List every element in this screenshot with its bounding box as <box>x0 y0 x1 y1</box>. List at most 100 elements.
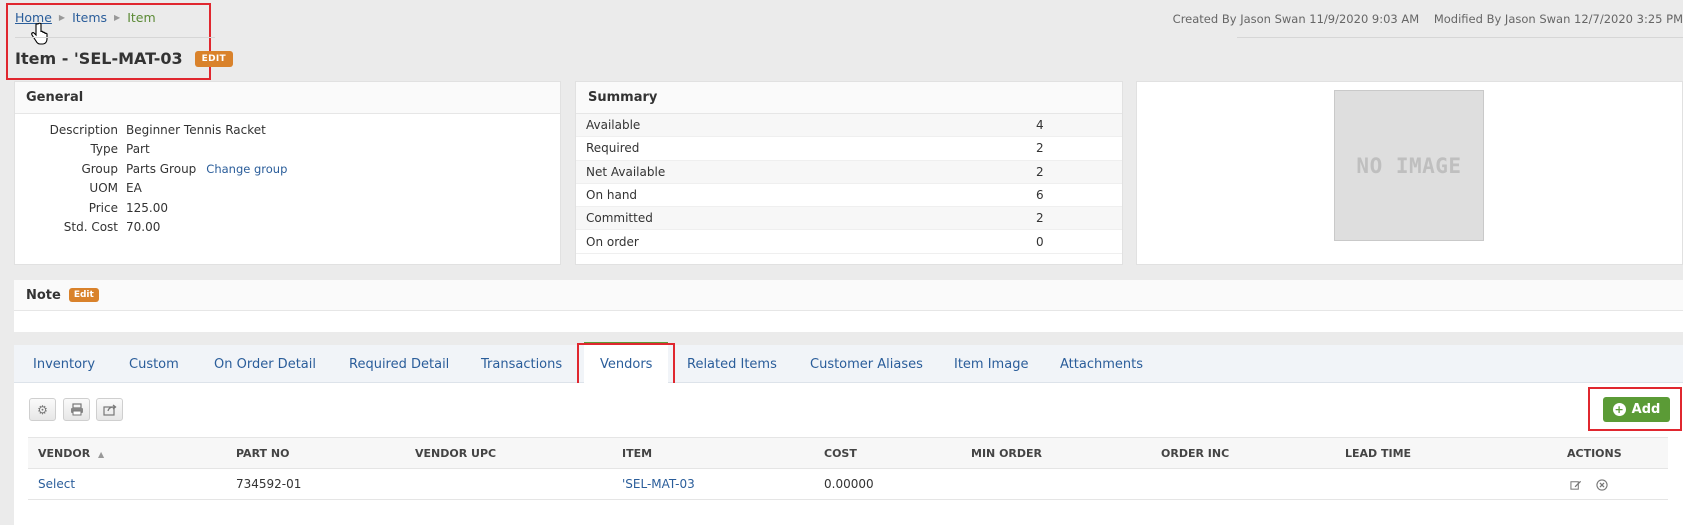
summary-label: Available <box>586 118 641 133</box>
column-header-vendor[interactable]: VENDOR ▲ <box>38 447 104 460</box>
field-label: Price <box>88 200 118 215</box>
summary-panel: Summary Available 4 Required 2 Net Availab… <box>575 81 1123 265</box>
general-row-price: Price 125.00 <box>15 198 560 218</box>
edit-icon[interactable] <box>1570 479 1582 491</box>
summary-panel-title: Summary <box>576 82 1122 114</box>
meta-divider <box>1237 37 1683 38</box>
general-panel: General Description Beginner Tennis Rack… <box>14 81 561 265</box>
tab-attachments[interactable]: Attachments <box>1060 345 1143 383</box>
summary-row-on-hand: On hand 6 <box>576 184 1122 208</box>
note-panel: Note Edit <box>14 280 1683 332</box>
change-group-link[interactable]: Change group <box>206 162 287 176</box>
field-value: Beginner Tennis Racket <box>126 122 266 137</box>
field-label: Std. Cost <box>63 220 118 235</box>
add-button-label: Add <box>1631 402 1661 417</box>
tab-item-image[interactable]: Item Image <box>954 345 1028 383</box>
breadcrumb-current: Item <box>127 10 156 25</box>
column-header-item[interactable]: ITEM <box>622 447 652 460</box>
export-button[interactable] <box>96 398 123 421</box>
row-divider <box>28 499 1668 500</box>
note-edit-button[interactable]: Edit <box>68 288 99 302</box>
printer-icon <box>70 403 83 416</box>
vendor-select-link[interactable]: Select <box>38 477 75 491</box>
summary-label: On order <box>586 234 639 249</box>
summary-label: On hand <box>586 188 638 203</box>
gear-icon: ⚙ <box>37 402 48 417</box>
vendors-tab-highlight <box>577 343 675 388</box>
vendors-table-header: VENDOR ▲ PART NO VENDOR UPC ITEM COST MI… <box>28 437 1668 469</box>
sort-ascending-icon: ▲ <box>98 450 105 459</box>
column-header-label: VENDOR <box>38 447 91 460</box>
field-label: UOM <box>89 181 118 196</box>
add-vendor-button[interactable]: + Add <box>1603 397 1670 422</box>
breadcrumb-divider <box>15 37 215 38</box>
plus-circle-icon: + <box>1612 403 1626 416</box>
edit-button[interactable]: EDIT <box>194 50 233 67</box>
hand-cursor-icon <box>31 22 48 45</box>
summary-row-available: Available 4 <box>576 114 1122 138</box>
general-row-description: Description Beginner Tennis Racket <box>15 120 560 140</box>
column-header-lead-time[interactable]: LEAD TIME <box>1345 447 1411 460</box>
chevron-right-icon: ▶ <box>58 13 66 22</box>
field-label: Group <box>81 161 118 176</box>
field-label: Description <box>49 122 118 137</box>
column-header-order-inc[interactable]: ORDER INC <box>1161 447 1229 460</box>
summary-value: 6 <box>1036 188 1044 203</box>
tab-on-order-detail[interactable]: On Order Detail <box>214 345 316 383</box>
summary-row-committed: Committed 2 <box>576 207 1122 231</box>
general-row-std-cost: Std. Cost 70.00 <box>15 218 560 238</box>
tab-transactions[interactable]: Transactions <box>481 345 562 383</box>
summary-row-on-order: On order 0 <box>576 230 1122 254</box>
general-row-type: Type Part <box>15 140 560 160</box>
delete-icon[interactable] <box>1596 479 1608 491</box>
share-icon <box>102 404 117 416</box>
modified-by-text: Modified By Jason Swan 12/7/2020 3:25 PM <box>1433 12 1683 26</box>
note-title: Note <box>26 287 61 303</box>
field-value: EA <box>126 181 142 196</box>
settings-button[interactable]: ⚙ <box>29 398 56 421</box>
tab-customer-aliases[interactable]: Customer Aliases <box>810 345 923 383</box>
summary-value: 4 <box>1036 118 1044 133</box>
summary-value: 2 <box>1036 164 1044 179</box>
item-link[interactable]: 'SEL-MAT-03 <box>622 477 695 491</box>
tab-required-detail[interactable]: Required Detail <box>349 345 449 383</box>
field-value: 125.00 <box>126 200 168 215</box>
breadcrumb-items-link[interactable]: Items <box>72 10 107 25</box>
column-header-min-order[interactable]: MIN ORDER <box>971 447 1042 460</box>
image-panel: NO IMAGE <box>1136 81 1683 265</box>
summary-label: Net Available <box>586 164 666 179</box>
tab-custom[interactable]: Custom <box>129 345 179 383</box>
field-label: Type <box>90 142 118 157</box>
column-header-part-no[interactable]: PART NO <box>236 447 289 460</box>
general-fields: Description Beginner Tennis Racket Type … <box>15 114 560 237</box>
summary-row-net-available: Net Available 2 <box>576 160 1122 184</box>
column-header-actions: ACTIONS <box>1567 447 1622 460</box>
cost-cell: 0.00000 <box>824 477 874 491</box>
general-row-group: Group Parts Group Change group <box>15 159 560 179</box>
item-tabs: Inventory Custom On Order Detail Require… <box>14 342 1683 384</box>
tab-related-items[interactable]: Related Items <box>687 345 777 383</box>
chevron-right-icon: ▶ <box>114 13 121 22</box>
summary-rows: Available 4 Required 2 Net Available 2 On h… <box>576 114 1122 254</box>
summary-label: Committed <box>586 211 653 226</box>
page-title-text: Item - 'SEL-MAT-03 <box>15 49 183 68</box>
summary-row-required: Required 2 <box>576 137 1122 161</box>
summary-value: 0 <box>1036 234 1044 249</box>
summary-value: 2 <box>1036 211 1044 226</box>
tab-inventory[interactable]: Inventory <box>33 345 95 383</box>
general-row-uom: UOM EA <box>15 179 560 199</box>
summary-label: Required <box>586 141 640 156</box>
field-value: 70.00 <box>126 220 161 235</box>
record-meta: Created By Jason Swan 11/9/2020 9:03 AM … <box>1173 12 1683 26</box>
part-no-cell: 734592-01 <box>236 477 302 491</box>
general-panel-title: General <box>15 82 560 114</box>
column-header-vendor-upc[interactable]: VENDOR UPC <box>415 447 496 460</box>
column-header-cost[interactable]: COST <box>824 447 857 460</box>
field-value: Part <box>126 142 150 157</box>
print-button[interactable] <box>63 398 90 421</box>
no-image-placeholder[interactable]: NO IMAGE <box>1334 90 1484 241</box>
no-image-text: NO IMAGE <box>1356 153 1462 178</box>
field-value: Parts Group <box>126 161 197 176</box>
note-header: Note Edit <box>14 280 1683 311</box>
page-title: Item - 'SEL-MAT-03 EDIT <box>15 49 233 68</box>
